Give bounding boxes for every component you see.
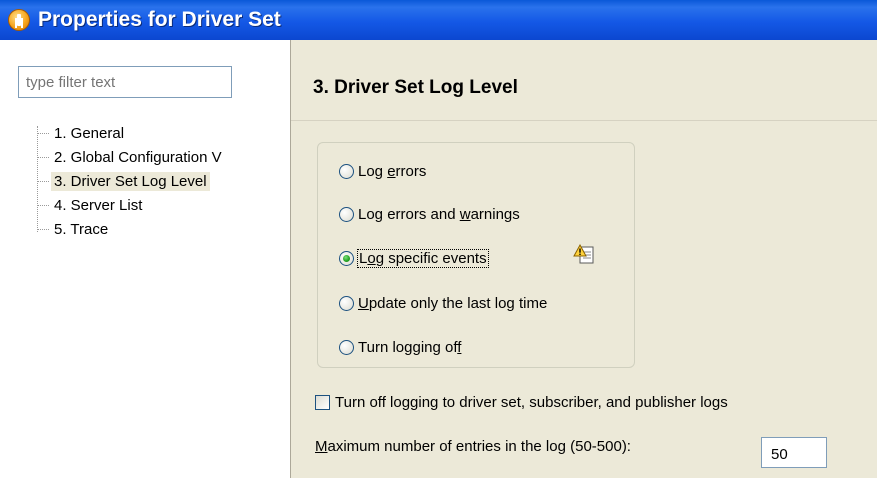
radio-label: Log errors bbox=[358, 162, 427, 180]
radio-label: Log specific events bbox=[357, 248, 489, 268]
tree-item-server-list[interactable]: 4. Server List bbox=[37, 194, 145, 216]
tree-item-label: 3. Driver Set Log Level bbox=[51, 171, 210, 191]
tree-item-driver-set-log-level[interactable]: 3. Driver Set Log Level bbox=[37, 170, 210, 192]
properties-page: 3. Driver Set Log Level Log errors Log e… bbox=[291, 40, 877, 478]
app-icon bbox=[8, 9, 30, 31]
tree-branch bbox=[37, 132, 49, 134]
page-title: 3. Driver Set Log Level bbox=[313, 77, 518, 98]
disable-logging-checkbox[interactable] bbox=[315, 394, 330, 410]
radio-button[interactable] bbox=[339, 339, 354, 355]
max-entries-label: Maximum number of entries in the log (50… bbox=[315, 438, 631, 455]
tree-item-general[interactable]: 1. General bbox=[37, 122, 127, 144]
radio-log-errors[interactable]: Log errors bbox=[339, 159, 426, 183]
radio-button-selected[interactable] bbox=[339, 250, 354, 266]
disable-logging-checkbox-row[interactable]: Turn off logging to driver set, subscrib… bbox=[315, 390, 728, 414]
tree-branch bbox=[37, 180, 49, 182]
window-title: Properties for Driver Set bbox=[38, 8, 281, 31]
radio-log-errors-and-warnings[interactable]: Log errors and warnings bbox=[339, 202, 520, 226]
max-entries-input[interactable] bbox=[761, 437, 827, 468]
radio-turn-logging-off[interactable]: Turn logging off bbox=[339, 335, 461, 359]
filter-input[interactable] bbox=[18, 66, 232, 98]
tree-item-label: 5. Trace bbox=[54, 220, 109, 238]
tree-item-trace[interactable]: 5. Trace bbox=[37, 218, 111, 240]
radio-button[interactable] bbox=[339, 206, 354, 222]
radio-button[interactable] bbox=[339, 163, 354, 179]
tree-item-label: 4. Server List bbox=[54, 196, 143, 214]
tree-item-global-configuration[interactable]: 2. Global Configuration V bbox=[37, 146, 225, 168]
page-header: 3. Driver Set Log Level bbox=[291, 40, 877, 121]
title-bar: Properties for Driver Set bbox=[0, 0, 877, 40]
radio-label: Log errors and warnings bbox=[358, 205, 520, 223]
radio-label: Turn logging off bbox=[358, 338, 462, 356]
radio-log-specific-events[interactable]: Log specific events bbox=[339, 246, 489, 270]
radio-label: Update only the last log time bbox=[358, 294, 548, 312]
radio-button[interactable] bbox=[339, 295, 354, 311]
tree-branch bbox=[37, 228, 49, 230]
tree-item-label: 2. Global Configuration V bbox=[54, 148, 222, 166]
left-pane: 1. General 2. Global Configuration V 3. … bbox=[0, 40, 290, 478]
warning-note-icon[interactable] bbox=[573, 243, 595, 265]
tree-branch bbox=[37, 156, 49, 158]
radio-update-last-log-time[interactable]: Update only the last log time bbox=[339, 291, 547, 315]
tree-branch bbox=[37, 204, 49, 206]
checkbox-label: Turn off logging to driver set, subscrib… bbox=[335, 393, 728, 411]
tree-item-label: 1. General bbox=[54, 124, 125, 142]
